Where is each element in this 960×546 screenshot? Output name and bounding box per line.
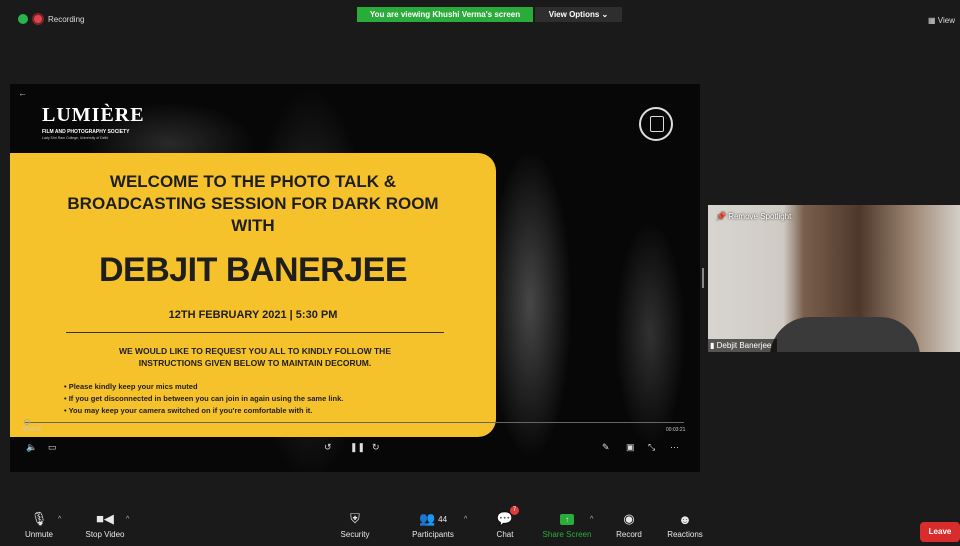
pip-icon[interactable]: ▣ <box>626 442 635 453</box>
security-shield-icon: ⛨ <box>350 511 360 526</box>
viewing-banner: You are viewing Khushi Verma's screen <box>357 7 533 22</box>
chat-label: Chat <box>496 530 514 539</box>
rule-item: Please kindly keep your mics muted <box>64 381 464 393</box>
video-camera-icon: ■◀ <box>96 511 114 526</box>
chat-button[interactable]: 💬 7 Chat <box>470 506 540 539</box>
audio-options-chevron-icon[interactable]: ^ <box>58 516 61 523</box>
top-bar: Recording You are viewing Khushi Verma's… <box>0 0 960 40</box>
participant-name-tag: ▮ Debjit Banerjee <box>708 339 778 352</box>
reactions-smiley-icon: ☻ <box>678 511 692 527</box>
video-scrubber[interactable] <box>24 422 684 423</box>
shield-icon[interactable] <box>18 14 28 24</box>
welcome-panel: WELCOME TO THE PHOTO TALK & BROADCASTING… <box>10 153 496 437</box>
logo-subtitle: FILM AND PHOTOGRAPHY SOCIETY <box>42 129 130 135</box>
welcome-heading: WELCOME TO THE PHOTO TALK & BROADCASTING… <box>10 171 496 237</box>
forward-icon[interactable]: ↻ <box>372 442 380 453</box>
rewind-icon[interactable]: ↺ <box>324 442 332 453</box>
speaker-name: DEBJIT BANERJEE <box>98 251 408 289</box>
participant-figure <box>770 317 920 352</box>
share-screen-label: Share Screen <box>542 530 592 539</box>
lumiere-logo: LUMIÈRE FILM AND PHOTOGRAPHY SOCIETY Lad… <box>42 104 152 140</box>
rule-item: If you get disconnected in between you c… <box>64 393 464 405</box>
resize-handle[interactable] <box>702 268 704 288</box>
participant-count: 44 <box>438 514 448 524</box>
pin-icon: 📌 <box>716 212 726 221</box>
participants-chevron-icon[interactable]: ^ <box>464 516 467 523</box>
time-elapsed: 00:00:01 <box>22 427 42 433</box>
view-options-button[interactable]: View Options ⌄ <box>535 7 622 22</box>
more-icon[interactable]: ··· <box>670 442 679 452</box>
shared-screen: ← LUMIÈRE FILM AND PHOTOGRAPHY SOCIETY L… <box>10 84 700 472</box>
record-dot-icon <box>34 15 42 23</box>
remove-spotlight-button[interactable]: 📌 Remove Spotlight <box>716 212 791 221</box>
pause-icon[interactable]: ❚❚ <box>350 442 365 453</box>
request-line-1: WE WOULD LIKE TO REQUEST YOU ALL TO KIND… <box>118 346 391 356</box>
back-arrow-icon[interactable]: ← <box>18 88 27 98</box>
reactions-button[interactable]: ☻ Reactions <box>650 508 720 540</box>
welcome-line-1: WELCOME TO THE PHOTO TALK & <box>109 172 397 191</box>
recording-label: Recording <box>48 14 85 24</box>
logo-college: Lady Shri Ram College, University of Del… <box>42 136 109 140</box>
unmute-label: Unmute <box>24 530 53 539</box>
scrubber-handle[interactable] <box>24 419 30 425</box>
event-date: 12TH FEBRUARY 2021 | 5:30 PM <box>168 309 338 321</box>
participant-video[interactable]: 📌 Remove Spotlight ▮ Debjit Banerjee <box>708 205 960 352</box>
participant-name: Debjit Banerjee <box>716 341 772 350</box>
divider <box>66 332 444 333</box>
recording-indicator[interactable]: Recording <box>18 14 84 24</box>
view-button[interactable]: ▦ View <box>928 16 955 25</box>
chat-bubble-icon: 💬 7 <box>470 506 540 530</box>
collapse-icon[interactable]: ⤡ <box>648 442 655 453</box>
muted-mic-icon: 🎙 <box>30 511 48 526</box>
welcome-line-2: BROADCASTING SESSION FOR DARK ROOM <box>67 194 439 213</box>
chat-badge: 7 <box>510 506 519 515</box>
participants-label: Participants <box>412 530 454 539</box>
captions-icon[interactable]: ▭ <box>48 442 57 453</box>
security-label: Security <box>340 530 370 539</box>
share-screen-button[interactable]: ↑ Share Screen <box>532 508 602 539</box>
stop-video-label: Stop Video <box>85 530 125 539</box>
participants-button[interactable]: 👥 44 Participants <box>398 508 468 539</box>
security-button[interactable]: ⛨ Security <box>320 508 390 539</box>
logo-text: LUMIÈRE <box>42 104 145 126</box>
signal-icon: ▮ <box>710 341 715 350</box>
rule-item: You may keep your camera switched on if … <box>64 405 464 417</box>
request-text: WE WOULD LIKE TO REQUEST YOU ALL TO KIND… <box>66 345 444 369</box>
rules-list: Please kindly keep your mics muted If yo… <box>64 381 464 417</box>
volume-icon[interactable]: 🔈 <box>26 442 37 453</box>
remove-spotlight-label: Remove Spotlight <box>728 212 792 221</box>
grid-icon: ▦ <box>928 16 936 25</box>
leave-button[interactable]: Leave <box>920 522 960 542</box>
welcome-line-3: WITH <box>231 216 275 235</box>
stop-video-button[interactable]: ■◀ Stop Video <box>70 508 140 539</box>
share-options-chevron-icon[interactable]: ^ <box>590 516 593 523</box>
meeting-toolbar: 🎙 Unmute ^ ■◀ Stop Video ^ ⛨ Security 👥 4… <box>0 506 960 546</box>
request-line-2: INSTRUCTIONS GIVEN BELOW TO MAINTAIN DEC… <box>138 358 372 368</box>
time-total: 00:03:21 <box>666 427 686 433</box>
unmute-button[interactable]: 🎙 Unmute <box>4 508 74 539</box>
participants-icon: 👥 44 <box>418 511 448 526</box>
reactions-label: Reactions <box>667 530 703 539</box>
college-seal <box>639 107 673 141</box>
video-options-chevron-icon[interactable]: ^ <box>126 516 129 523</box>
pen-icon[interactable]: ✎ <box>602 442 610 453</box>
view-button-label: View <box>937 16 955 25</box>
